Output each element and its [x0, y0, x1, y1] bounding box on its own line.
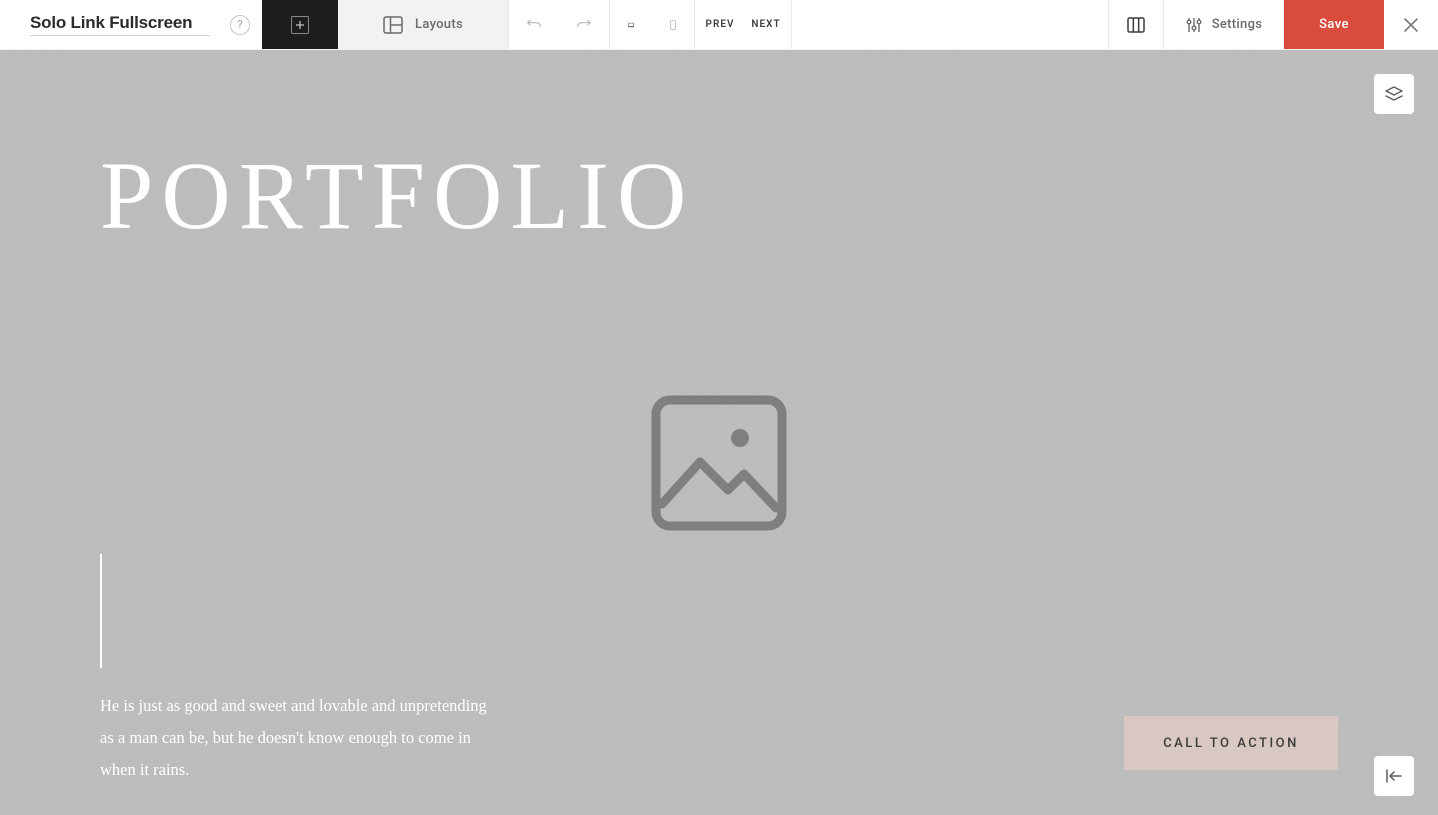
desktop-view-button[interactable]: [610, 0, 652, 49]
settings-button[interactable]: Settings: [1164, 0, 1284, 49]
collapse-panel-button[interactable]: [1374, 756, 1414, 796]
image-placeholder[interactable]: [648, 392, 790, 534]
columns-button[interactable]: [1109, 0, 1163, 49]
save-button[interactable]: Save: [1284, 0, 1384, 49]
block-title-input[interactable]: [30, 13, 210, 36]
layout-icon: [383, 16, 403, 34]
canvas-area[interactable]: PORTFOLIO He is just as good and sweet a…: [0, 50, 1438, 815]
close-button[interactable]: [1384, 0, 1438, 49]
redo-button[interactable]: [559, 0, 609, 49]
hero-body-text[interactable]: He is just as good and sweet and lovable…: [100, 690, 500, 787]
next-label: NEXT: [751, 19, 780, 30]
help-icon: ?: [237, 18, 242, 31]
prev-button[interactable]: PREV: [695, 0, 745, 49]
layers-icon: [1385, 86, 1403, 102]
undo-icon: [527, 18, 541, 32]
cta-label: CALL TO ACTION: [1163, 736, 1299, 751]
collapse-left-icon: [1386, 769, 1402, 783]
layers-panel-button[interactable]: [1374, 74, 1414, 114]
sliders-icon: [1186, 17, 1202, 33]
layouts-button[interactable]: Layouts: [338, 0, 508, 49]
plus-icon: [291, 16, 309, 34]
next-button[interactable]: NEXT: [741, 0, 791, 49]
add-button[interactable]: [262, 0, 338, 49]
image-icon: [648, 392, 790, 534]
undo-button[interactable]: [509, 0, 559, 49]
vertical-divider: [100, 554, 102, 668]
layouts-label: Layouts: [415, 17, 463, 32]
cta-button[interactable]: CALL TO ACTION: [1124, 716, 1338, 770]
columns-icon: [1127, 17, 1145, 33]
mobile-view-button[interactable]: [652, 0, 694, 49]
prev-label: PREV: [706, 19, 735, 30]
editor-toolbar: ? Layouts: [0, 0, 1438, 50]
close-icon: [1403, 17, 1419, 33]
redo-icon: [577, 18, 591, 32]
mobile-icon: [670, 16, 676, 34]
hero-title[interactable]: PORTFOLIO: [100, 148, 694, 244]
spacer: [792, 0, 1108, 49]
help-button[interactable]: ?: [230, 15, 250, 35]
settings-label: Settings: [1212, 17, 1263, 32]
desktop-icon: [628, 17, 634, 33]
save-label: Save: [1319, 17, 1349, 32]
title-section: ?: [0, 0, 262, 49]
